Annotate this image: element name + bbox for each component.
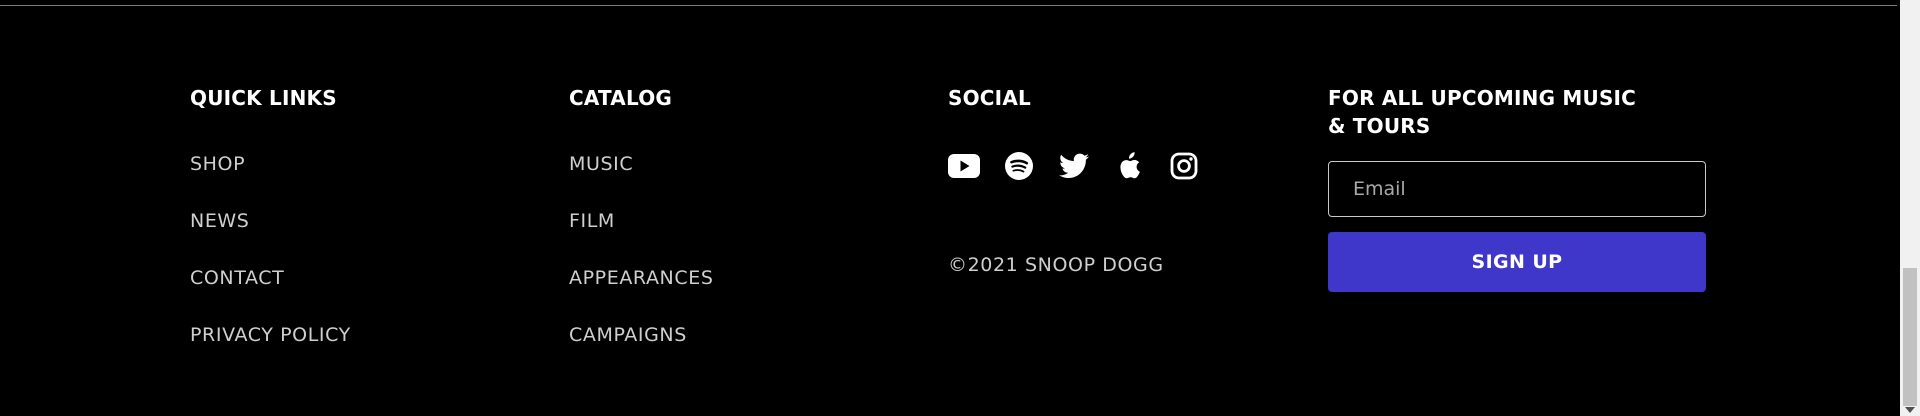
list-item: NEWS (190, 209, 351, 266)
film-link[interactable]: FILM (569, 210, 615, 232)
spotify-icon[interactable] (1003, 150, 1035, 182)
news-link[interactable]: NEWS (190, 210, 249, 232)
quick-links-heading: QUICK LINKS (190, 86, 337, 110)
social-column: SOCIAL ©2021 SNOOP DOGG (948, 84, 1278, 276)
list-item: APPEARANCES (569, 266, 714, 323)
social-heading: SOCIAL (948, 86, 1031, 110)
scrollbar-thumb[interactable] (1903, 268, 1917, 406)
campaigns-link[interactable]: CAMPAIGNS (569, 324, 687, 346)
music-link[interactable]: MUSIC (569, 153, 633, 175)
instagram-icon[interactable] (1168, 150, 1200, 182)
list-item: CAMPAIGNS (569, 323, 714, 380)
list-item: MUSIC (569, 152, 714, 209)
signup-heading: FOR ALL UPCOMING MUSIC & TOURS (1328, 86, 1637, 138)
catalog-heading: CATALOG (569, 86, 673, 110)
top-divider (0, 5, 1897, 6)
social-icons-row (948, 150, 1223, 182)
catalog-column: CATALOG MUSIC FILM APPEARANCES CAMPAIGNS (569, 84, 899, 346)
appearances-link[interactable]: APPEARANCES (569, 267, 714, 289)
list-item: SHOP (190, 152, 351, 209)
quick-links-list: SHOP NEWS CONTACT PRIVACY POLICY (190, 152, 351, 380)
scroll-down-arrow-icon[interactable] (1905, 407, 1915, 413)
list-item: PRIVACY POLICY (190, 323, 351, 380)
email-field[interactable] (1328, 161, 1706, 217)
vertical-scrollbar[interactable] (1900, 0, 1920, 416)
sign-up-button[interactable]: SIGN UP (1328, 232, 1706, 292)
list-item: CONTACT (190, 266, 351, 323)
contact-link[interactable]: CONTACT (190, 267, 284, 289)
privacy-policy-link[interactable]: PRIVACY POLICY (190, 324, 351, 346)
catalog-list: MUSIC FILM APPEARANCES CAMPAIGNS (569, 152, 714, 380)
twitter-icon[interactable] (1058, 150, 1090, 182)
quick-links-column: QUICK LINKS SHOP NEWS CONTACT PRIVACY PO… (190, 84, 520, 346)
newsletter-signup-column: FOR ALL UPCOMING MUSIC & TOURS SIGN UP (1328, 84, 1708, 292)
shop-link[interactable]: SHOP (190, 153, 245, 175)
list-item: FILM (569, 209, 714, 266)
copyright-text: ©2021 SNOOP DOGG (948, 254, 1164, 276)
youtube-icon[interactable] (948, 150, 980, 182)
apple-icon[interactable] (1113, 150, 1145, 182)
